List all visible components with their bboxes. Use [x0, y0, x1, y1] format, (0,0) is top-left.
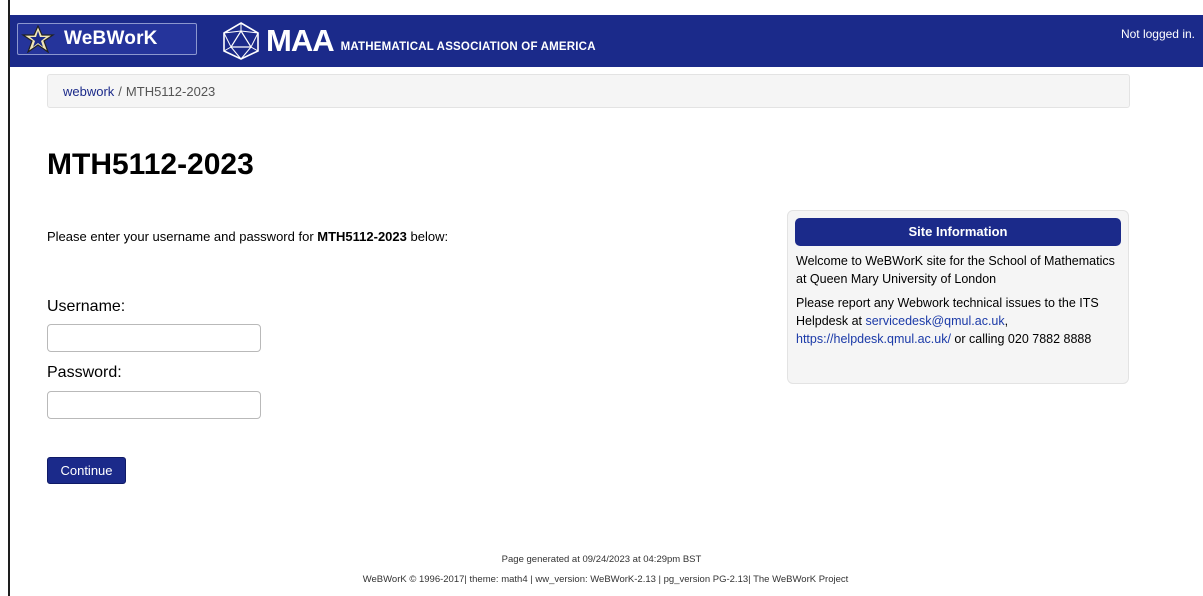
breadcrumb-separator: / [118, 84, 122, 99]
intro-prefix: Please enter your username and password … [47, 229, 318, 244]
maa-logo[interactable]: MAA MATHEMATICAL ASSOCIATION OF AMERICA [220, 21, 596, 61]
maa-icosahedron-icon [220, 21, 262, 61]
site-information-heading: Site Information [795, 218, 1121, 246]
login-status: Not logged in. [1120, 27, 1195, 41]
footer-credits: WeBWorK © 1996-2017| theme: math4 | ww_v… [4, 574, 1203, 585]
intro-suffix: below: [406, 229, 449, 244]
webwork-project-link[interactable]: The WeBWorK Project [753, 574, 848, 585]
top-navbar: WeBWorK MAA MATHEMATICAL ASSOCIATION OF … [10, 15, 1203, 67]
password-label: Password: [47, 364, 122, 381]
footer-generated: Page generated at 09/24/2023 at 04:29pm … [501, 554, 702, 565]
site-information-panel: Site Information Welcome to WeBWorK site… [787, 210, 1129, 384]
site-report-text: Please report any Webwork technical issu… [796, 294, 1121, 348]
maa-logo-acronym: MAA [266, 23, 335, 58]
helpdesk-url-link[interactable]: https://helpdesk.qmul.ac.uk/ [796, 332, 951, 346]
breadcrumb: webwork / MTH5112-2023 [47, 74, 1130, 108]
footer-credits-text: WeBWorK © 1996-2017| theme: math4 | ww_v… [362, 574, 754, 585]
webwork-logo[interactable]: WeBWorK [17, 23, 197, 55]
password-input[interactable] [47, 391, 261, 419]
left-border-line [8, 0, 10, 596]
breadcrumb-current: MTH5112-2023 [125, 84, 216, 99]
page-title: MTH5112-2023 [47, 148, 254, 181]
continue-button[interactable]: Continue [47, 457, 126, 484]
report-comma: , [1004, 314, 1009, 328]
intro-course-name: MTH5112-2023 [317, 229, 407, 244]
webwork-star-icon [18, 24, 58, 54]
servicedesk-email-link[interactable]: servicedesk@qmul.ac.uk [865, 314, 1004, 328]
breadcrumb-webwork-link[interactable]: webwork [63, 84, 114, 99]
username-input[interactable] [47, 324, 261, 352]
site-welcome-text: Welcome to WeBWorK site for the School o… [796, 254, 1115, 286]
report-suffix: or calling 020 7882 8888 [950, 332, 1092, 346]
maa-logo-fullname: MATHEMATICAL ASSOCIATION OF AMERICA [340, 41, 596, 53]
login-instructions: Please enter your username and password … [47, 229, 448, 244]
username-label: Username: [47, 298, 126, 315]
webwork-logo-text: WeBWorK [64, 28, 158, 49]
